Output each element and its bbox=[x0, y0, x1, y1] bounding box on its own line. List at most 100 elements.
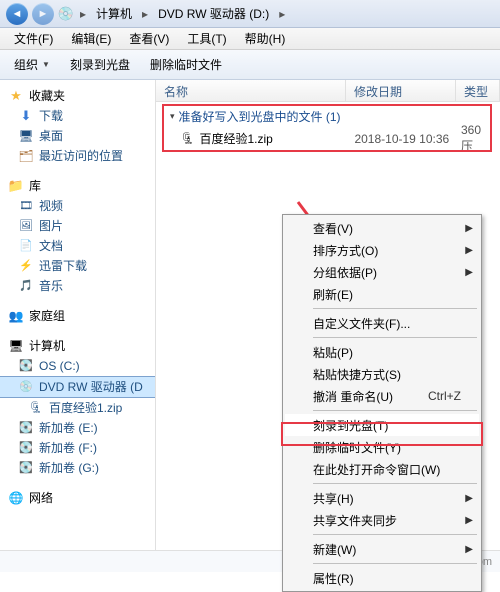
ctx-label: 属性(R) bbox=[313, 570, 354, 587]
ctx-paste[interactable]: 粘贴(P) bbox=[285, 341, 479, 363]
sidebar-item-downloads[interactable]: 下载 bbox=[0, 106, 155, 126]
toolbar-organize[interactable]: 组织 ▼ bbox=[6, 53, 58, 76]
sidebar-libraries[interactable]: 库 bbox=[0, 176, 155, 196]
dvd-icon bbox=[18, 379, 34, 395]
sidebar-item-documents[interactable]: 文档 bbox=[0, 236, 155, 256]
ctx-undo-rename[interactable]: 撤消 重命名(U) Ctrl+Z bbox=[285, 385, 479, 407]
address-segment-drive[interactable]: DVD RW 驱动器 (D:) bbox=[154, 3, 273, 24]
submenu-arrow-icon: ▶ bbox=[465, 493, 473, 504]
ctx-properties[interactable]: 属性(R) bbox=[285, 567, 479, 589]
context-menu: 查看(V)▶ 排序方式(O)▶ 分组依据(P)▶ 刷新(E) 自定义文件夹(F)… bbox=[282, 214, 482, 592]
addr-sep-icon: ▸ bbox=[277, 7, 287, 21]
sidebar-item-music[interactable]: 音乐 bbox=[0, 276, 155, 296]
address-segment-computer[interactable]: 计算机 bbox=[92, 3, 136, 24]
column-header-type[interactable]: 类型 bbox=[456, 80, 500, 101]
ctx-sort[interactable]: 排序方式(O)▶ bbox=[285, 239, 479, 261]
sidebar-homegroup[interactable]: 家庭组 bbox=[0, 306, 155, 326]
sidebar-favorites[interactable]: 收藏夹 bbox=[0, 86, 155, 106]
menu-view[interactable]: 查看(V) bbox=[121, 28, 177, 49]
file-row[interactable]: 百度经验1.zip 2018-10-19 10:36 360压 bbox=[156, 129, 500, 148]
ctx-open-cmd[interactable]: 在此处打开命令窗口(W) bbox=[285, 458, 479, 480]
ctx-label: 在此处打开命令窗口(W) bbox=[313, 461, 440, 478]
column-header-name[interactable]: 名称 bbox=[156, 80, 346, 101]
group-header[interactable]: ▾ 准备好写入到光盘中的文件 (1) bbox=[156, 102, 500, 129]
submenu-arrow-icon: ▶ bbox=[465, 267, 473, 278]
menu-tools[interactable]: 工具(T) bbox=[179, 28, 234, 49]
nav-forward-button[interactable]: ► bbox=[32, 3, 54, 25]
addr-sep-icon: ▸ bbox=[140, 7, 150, 21]
sidebar-computer[interactable]: 计算机 bbox=[0, 336, 155, 356]
ctx-separator bbox=[313, 308, 477, 309]
sidebar-label: 音乐 bbox=[39, 278, 63, 294]
addr-sep-icon: ▸ bbox=[78, 7, 88, 21]
sidebar-item-osc[interactable]: OS (C:) bbox=[0, 356, 155, 376]
picture-icon bbox=[18, 218, 34, 234]
star-icon bbox=[8, 88, 24, 104]
sidebar-item-zip[interactable]: 百度经验1.zip bbox=[0, 398, 155, 418]
menu-help[interactable]: 帮助(H) bbox=[237, 28, 294, 49]
sidebar-item-pictures[interactable]: 图片 bbox=[0, 216, 155, 236]
ctx-label: 删除临时文件(Y) bbox=[313, 439, 401, 456]
sidebar-label: 网络 bbox=[29, 490, 53, 506]
ctx-separator bbox=[313, 337, 477, 338]
sidebar-label: 库 bbox=[29, 178, 41, 194]
menu-edit[interactable]: 编辑(E) bbox=[63, 28, 119, 49]
ctx-label: 粘贴快捷方式(S) bbox=[313, 366, 401, 383]
submenu-arrow-icon: ▶ bbox=[465, 515, 473, 526]
document-icon bbox=[18, 238, 34, 254]
sidebar-label: 新加卷 (F:) bbox=[39, 440, 97, 456]
menu-file[interactable]: 文件(F) bbox=[6, 28, 61, 49]
ctx-group[interactable]: 分组依据(P)▶ bbox=[285, 261, 479, 283]
submenu-arrow-icon: ▶ bbox=[465, 245, 473, 256]
sidebar-label: 桌面 bbox=[39, 128, 63, 144]
ctx-label: 刷新(E) bbox=[313, 286, 353, 303]
toolbar-burn[interactable]: 刻录到光盘 bbox=[62, 53, 138, 76]
ctx-shortcut: Ctrl+Z bbox=[428, 389, 461, 403]
homegroup-icon bbox=[8, 308, 24, 324]
sidebar-network[interactable]: 网络 bbox=[0, 488, 155, 508]
ctx-label: 共享(H) bbox=[313, 490, 354, 507]
nav-back-button[interactable]: ◄ bbox=[6, 3, 28, 25]
toolbar-delete-temp[interactable]: 删除临时文件 bbox=[142, 53, 230, 76]
download-icon bbox=[18, 108, 34, 124]
sidebar-item-desktop[interactable]: 桌面 bbox=[0, 126, 155, 146]
ctx-burn[interactable]: 刻录到光盘(T) bbox=[285, 414, 479, 436]
ctx-share-sync[interactable]: 共享文件夹同步▶ bbox=[285, 509, 479, 531]
zip-icon bbox=[180, 131, 196, 147]
ctx-paste-shortcut[interactable]: 粘贴快捷方式(S) bbox=[285, 363, 479, 385]
sidebar-label: 下载 bbox=[39, 108, 63, 124]
ctx-delete-temp[interactable]: 删除临时文件(Y) bbox=[285, 436, 479, 458]
sidebar-item-vol-e[interactable]: 新加卷 (E:) bbox=[0, 418, 155, 438]
toolbar-delete-temp-label: 删除临时文件 bbox=[150, 56, 222, 73]
file-date: 2018-10-19 10:36 bbox=[354, 132, 461, 146]
sidebar-item-vol-g[interactable]: 新加卷 (G:) bbox=[0, 458, 155, 478]
library-icon bbox=[8, 178, 24, 194]
ctx-view[interactable]: 查看(V)▶ bbox=[285, 217, 479, 239]
sidebar-label: 文档 bbox=[39, 238, 63, 254]
column-header-date[interactable]: 修改日期 bbox=[346, 80, 456, 101]
ctx-refresh[interactable]: 刷新(E) bbox=[285, 283, 479, 305]
network-icon bbox=[8, 490, 24, 506]
ctx-share[interactable]: 共享(H) ▶ bbox=[285, 487, 479, 509]
sidebar-label: 新加卷 (E:) bbox=[39, 420, 98, 436]
sidebar-item-thunder[interactable]: 迅雷下载 bbox=[0, 256, 155, 276]
column-header-row: 名称 修改日期 类型 bbox=[156, 80, 500, 102]
computer-icon bbox=[8, 338, 24, 354]
sidebar-label: 视频 bbox=[39, 198, 63, 214]
sidebar-label: 百度经验1.zip bbox=[49, 400, 122, 416]
sidebar-item-videos[interactable]: 视频 bbox=[0, 196, 155, 216]
menubar: 文件(F) 编辑(E) 查看(V) 工具(T) 帮助(H) bbox=[0, 28, 500, 50]
ctx-label: 撤消 重命名(U) bbox=[313, 388, 393, 405]
ctx-new[interactable]: 新建(W)▶ bbox=[285, 538, 479, 560]
ctx-separator bbox=[313, 483, 477, 484]
ctx-customize[interactable]: 自定义文件夹(F)... bbox=[285, 312, 479, 334]
sidebar-item-dvd[interactable]: DVD RW 驱动器 (D bbox=[0, 376, 155, 398]
recent-icon bbox=[18, 148, 34, 164]
sidebar: 收藏夹 下载 桌面 最近访问的位置 库 视频 图片 文档 迅雷下载 音乐 家庭组… bbox=[0, 80, 156, 550]
drive-icon bbox=[18, 358, 34, 374]
ctx-separator bbox=[313, 410, 477, 411]
sidebar-item-recent[interactable]: 最近访问的位置 bbox=[0, 146, 155, 166]
dvd-drive-icon: 💿 bbox=[58, 6, 74, 22]
sidebar-item-vol-f[interactable]: 新加卷 (F:) bbox=[0, 438, 155, 458]
file-name: 百度经验1.zip bbox=[200, 130, 355, 147]
